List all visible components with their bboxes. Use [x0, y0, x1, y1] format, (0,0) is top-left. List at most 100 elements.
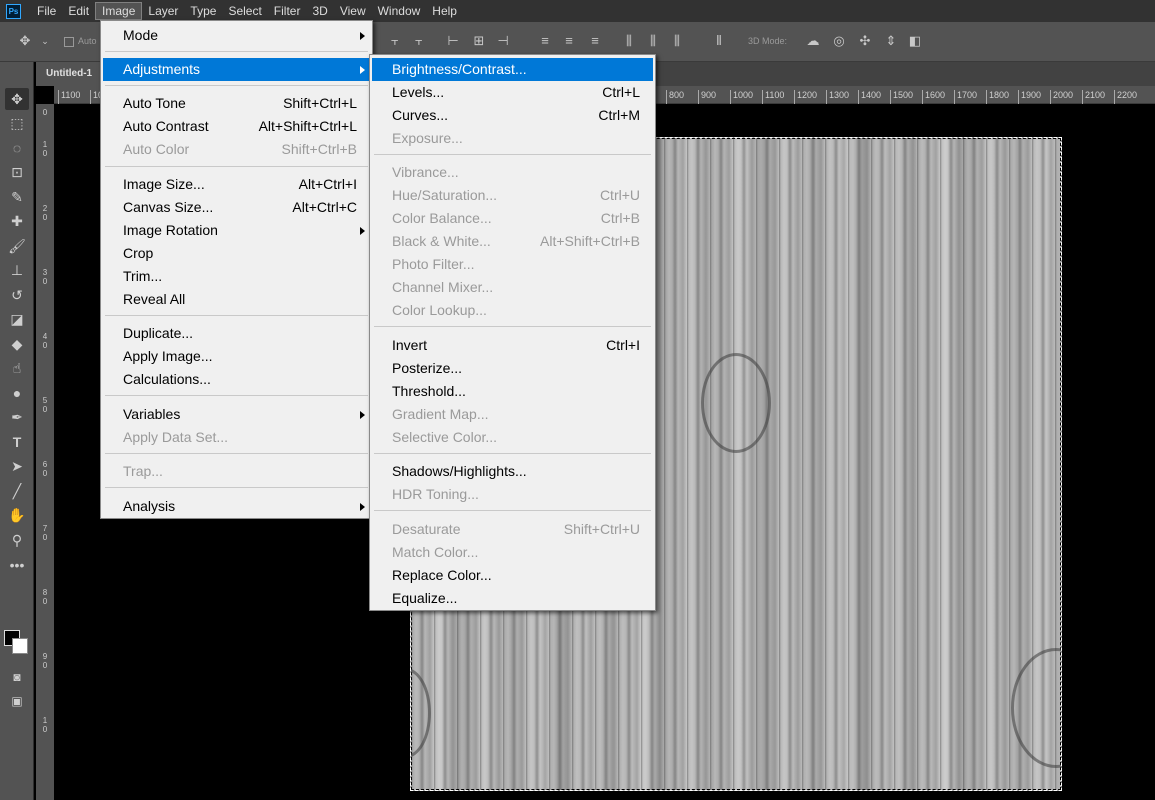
- 3d-scale-icon[interactable]: ◧: [908, 34, 922, 48]
- menu-item-label: Channel Mixer...: [392, 279, 494, 295]
- submenu-arrow-icon: [360, 503, 365, 511]
- 3d-roll-icon[interactable]: ◎: [832, 34, 846, 48]
- distribute-top-icon[interactable]: ≡: [538, 34, 552, 48]
- menu-item-black-white: Black & White... Alt+Shift+Ctrl+B: [372, 230, 653, 253]
- ruler-label: 1: [42, 140, 48, 149]
- menu-window[interactable]: Window: [372, 2, 427, 20]
- menu-item-duplicate[interactable]: Duplicate...: [103, 322, 370, 345]
- menu-item-adjustments[interactable]: Adjustments: [103, 58, 370, 81]
- menu-item-auto-contrast[interactable]: Auto Contrast Alt+Shift+Ctrl+L: [103, 115, 370, 138]
- paint-bucket-tool-icon[interactable]: ◆: [5, 333, 29, 355]
- menu-item-auto-tone[interactable]: Auto Tone Shift+Ctrl+L: [103, 92, 370, 115]
- menu-item-trim[interactable]: Trim...: [103, 265, 370, 288]
- menu-item-color-lookup: Color Lookup...: [372, 299, 653, 322]
- path-select-tool-icon[interactable]: ➤: [5, 455, 29, 477]
- dodge-tool-icon[interactable]: ●: [5, 382, 29, 404]
- adjustments-submenu: Brightness/Contrast... Levels... Ctrl+L Cur…: [369, 54, 656, 611]
- menu-item-label: Photo Filter...: [392, 256, 475, 272]
- menu-layer[interactable]: Layer: [142, 2, 184, 20]
- menu-type[interactable]: Type: [184, 2, 222, 20]
- menu-3d[interactable]: 3D: [306, 2, 333, 20]
- distribute-hcenter-icon[interactable]: ⫼: [646, 34, 660, 48]
- menu-item-shortcut: Shift+Ctrl+L: [283, 95, 357, 111]
- menu-separator: [105, 395, 368, 396]
- line-tool-icon[interactable]: ╱: [5, 480, 29, 502]
- menu-item-calculations[interactable]: Calculations...: [103, 368, 370, 391]
- distribute-right-icon[interactable]: ⫼: [670, 34, 684, 48]
- distribute-vcenter-icon[interactable]: ≡: [562, 34, 576, 48]
- lasso-tool-icon[interactable]: ◌: [5, 137, 29, 159]
- align-top-icon[interactable]: ⫟: [388, 34, 402, 48]
- menu-item-equalize[interactable]: Equalize...: [372, 587, 653, 610]
- menu-item-reveal-all[interactable]: Reveal All: [103, 288, 370, 311]
- type-tool-icon[interactable]: T: [5, 431, 29, 453]
- menu-item-apply-image[interactable]: Apply Image...: [103, 345, 370, 368]
- align-hcenter-icon[interactable]: ⊞: [472, 34, 486, 48]
- menu-item-brightness-contrast[interactable]: Brightness/Contrast...: [372, 58, 653, 81]
- menu-item-mode[interactable]: Mode: [103, 24, 370, 47]
- menu-file[interactable]: File: [31, 2, 62, 20]
- menu-item-label: Exposure...: [392, 130, 463, 146]
- move-tool-icon[interactable]: ✥: [5, 88, 29, 110]
- brush-tool-icon[interactable]: 🖌: [5, 235, 29, 257]
- pen-tool-icon[interactable]: ✒: [5, 406, 29, 428]
- menu-item-label: Equalize...: [392, 590, 458, 606]
- 3d-pan-icon[interactable]: ✣: [858, 34, 872, 48]
- marquee-tool-icon[interactable]: ⬚: [5, 112, 29, 134]
- menu-item-label: Replace Color...: [392, 567, 492, 583]
- menu-item-shadows-highlights[interactable]: Shadows/Highlights...: [372, 460, 653, 483]
- menu-item-posterize[interactable]: Posterize...: [372, 357, 653, 380]
- menu-item-label: Mode: [123, 27, 159, 43]
- menu-item-image-rotation[interactable]: Image Rotation: [103, 219, 370, 242]
- history-brush-tool-icon[interactable]: ↺: [5, 284, 29, 306]
- chevron-down-icon[interactable]: ⌄: [38, 34, 52, 48]
- screen-mode-icon[interactable]: ▣: [5, 690, 29, 712]
- menu-item-shortcut: Ctrl+M: [598, 107, 640, 123]
- background-color-swatch[interactable]: [12, 638, 28, 654]
- menu-item-invert[interactable]: Invert Ctrl+I: [372, 334, 653, 357]
- healing-tool-icon[interactable]: ✚: [5, 210, 29, 232]
- menu-item-crop[interactable]: Crop: [103, 242, 370, 265]
- eyedropper-tool-icon[interactable]: ✎: [5, 186, 29, 208]
- menu-item-canvas-size[interactable]: Canvas Size... Alt+Ctrl+C: [103, 196, 370, 219]
- menu-separator: [374, 510, 651, 511]
- menu-separator: [105, 315, 368, 316]
- smudge-tool-icon[interactable]: ☝: [5, 357, 29, 379]
- menu-view[interactable]: View: [334, 2, 372, 20]
- menu-item-replace-color[interactable]: Replace Color...: [372, 564, 653, 587]
- menu-item-levels[interactable]: Levels... Ctrl+L: [372, 81, 653, 104]
- menu-edit[interactable]: Edit: [62, 2, 95, 20]
- menu-item-label: Desaturate: [392, 521, 461, 537]
- hand-tool-icon[interactable]: ✋: [5, 504, 29, 526]
- zoom-tool-icon[interactable]: ⚲: [5, 529, 29, 551]
- distribute-left-icon[interactable]: ⫼: [622, 34, 636, 48]
- crop-tool-icon[interactable]: ⊡: [5, 161, 29, 183]
- move-icon[interactable]: ✥: [18, 34, 32, 48]
- menu-item-threshold[interactable]: Threshold...: [372, 380, 653, 403]
- align-vcenter-icon[interactable]: ⫟: [412, 34, 426, 48]
- ruler-label: 1700: [954, 90, 977, 104]
- align-right-icon[interactable]: ⊣: [496, 34, 510, 48]
- ruler-label: 0: [42, 213, 48, 222]
- checkbox-icon[interactable]: [64, 37, 74, 47]
- align-left-icon[interactable]: ⊢: [446, 34, 460, 48]
- document-tab[interactable]: Untitled-1: [36, 62, 100, 86]
- distribute-bottom-icon[interactable]: ≡: [588, 34, 602, 48]
- menu-item-variables[interactable]: Variables: [103, 403, 370, 426]
- menu-filter[interactable]: Filter: [268, 2, 307, 20]
- auto-align-icon[interactable]: ⫴: [712, 34, 726, 48]
- menu-select[interactable]: Select: [222, 2, 267, 20]
- 3d-orbit-icon[interactable]: ☁: [806, 34, 820, 48]
- menu-item-analysis[interactable]: Analysis: [103, 495, 370, 518]
- menu-item-curves[interactable]: Curves... Ctrl+M: [372, 104, 653, 127]
- quick-mask-icon[interactable]: ◙: [5, 666, 29, 688]
- menu-help[interactable]: Help: [426, 2, 463, 20]
- menu-image[interactable]: Image: [95, 2, 143, 20]
- stamp-tool-icon[interactable]: ⊥: [5, 259, 29, 281]
- menu-item-image-size[interactable]: Image Size... Alt+Ctrl+I: [103, 173, 370, 196]
- eraser-tool-icon[interactable]: ◪: [5, 308, 29, 330]
- more-tools-icon[interactable]: •••: [5, 554, 29, 576]
- menu-separator: [105, 51, 368, 52]
- menu-item-label: Duplicate...: [123, 325, 194, 341]
- 3d-slide-icon[interactable]: ⇕: [884, 34, 898, 48]
